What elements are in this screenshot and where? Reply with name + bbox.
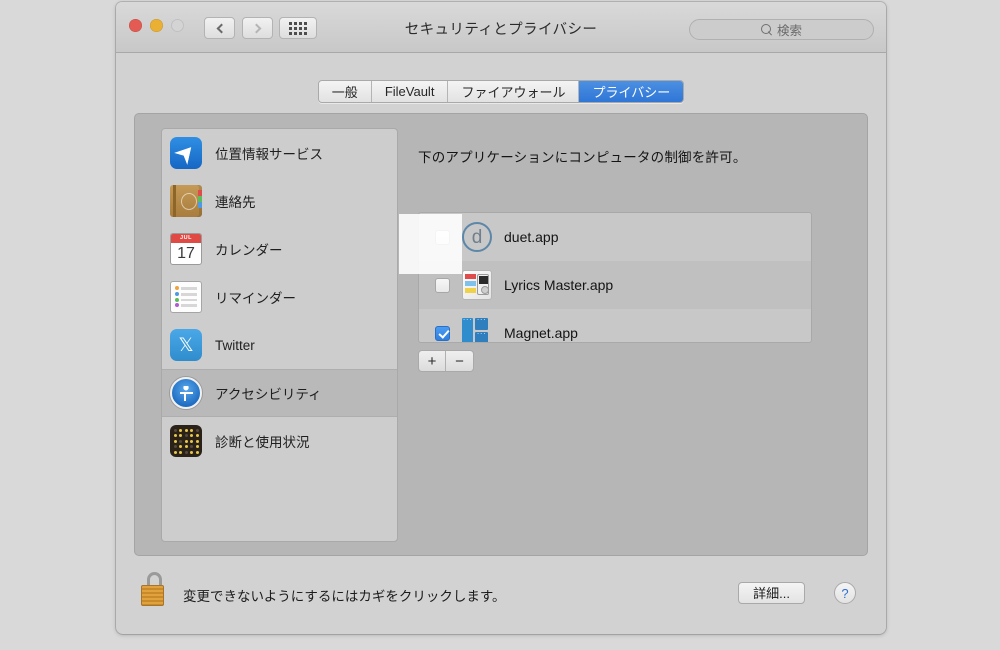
table-row[interactable]: d duet.app (419, 213, 811, 261)
app-checkbox-duet[interactable] (435, 229, 450, 245)
sidebar-item-label: 診断と使用状況 (215, 435, 310, 450)
calendar-icon: JUL 17 (170, 233, 202, 265)
system-preferences-window: セキュリティとプライバシー 検索 一般 FileVault ファイアウォール プ… (116, 2, 886, 634)
sidebar-item-label: アクセシビリティ (215, 387, 322, 402)
sidebar-item-label: 位置情報サービス (215, 147, 323, 162)
sidebar-item-calendar[interactable]: JUL 17 カレンダー (162, 225, 397, 273)
accessibility-icon (170, 377, 202, 409)
magnet-app-icon (462, 315, 492, 342)
app-checkbox-lyrics-master[interactable] (435, 277, 450, 293)
location-services-icon (170, 137, 202, 169)
sidebar-item-label: 連絡先 (215, 195, 256, 210)
sidebar-item-label: Twitter (215, 337, 255, 353)
tab-filevault[interactable]: FileVault (371, 81, 449, 102)
screen: セキュリティとプライバシー 検索 一般 FileVault ファイアウォール プ… (0, 0, 1000, 650)
contacts-icon (170, 185, 202, 217)
reminders-icon (170, 281, 202, 313)
sidebar-item-contacts[interactable]: 連絡先 (162, 177, 397, 225)
table-row[interactable]: Magnet.app (419, 309, 811, 342)
lock-hint-text: 変更できないようにするにはカギをクリックします。 (183, 589, 506, 604)
remove-app-button[interactable]: − (446, 351, 473, 371)
sidebar-item-label: リマインダー (215, 291, 296, 306)
calendar-day: 17 (177, 245, 195, 262)
sidebar-item-reminders[interactable]: リマインダー (162, 273, 397, 321)
search-icon (760, 24, 772, 35)
duet-app-icon: d (462, 222, 492, 252)
sidebar-item-label: カレンダー (215, 243, 283, 258)
lyrics-master-app-icon (462, 270, 492, 300)
tab-privacy[interactable]: プライバシー (579, 81, 684, 102)
pane-description: 下のアプリケーションにコンピュータの制御を許可。 (418, 150, 747, 165)
search-input[interactable]: 検索 (689, 19, 874, 40)
window-titlebar: セキュリティとプライバシー 検索 (116, 2, 886, 53)
allowed-apps-list[interactable]: d duet.app Lyrics Master.app ··· ··· ···… (418, 212, 812, 343)
sidebar-item-location-services[interactable]: 位置情報サービス (162, 129, 397, 177)
table-row[interactable]: Lyrics Master.app (419, 261, 811, 309)
sidebar-item-diagnostics[interactable]: 診断と使用状況 (162, 417, 397, 465)
unlocked-padlock-icon[interactable] (141, 572, 167, 606)
add-remove-buttons: + − (418, 350, 474, 372)
app-name-label: Magnet.app (504, 325, 578, 341)
help-button[interactable]: ? (834, 582, 856, 604)
advanced-button[interactable]: 詳細... (738, 582, 805, 604)
privacy-category-list[interactable]: 位置情報サービス 連絡先 JUL 17 カレンダー リマインダー 𝕏 Twitt… (161, 128, 398, 542)
app-name-label: duet.app (504, 229, 559, 245)
search-placeholder: 検索 (776, 24, 802, 38)
app-name-label: Lyrics Master.app (504, 277, 614, 293)
sidebar-item-accessibility[interactable]: アクセシビリティ (162, 369, 397, 417)
tab-firewall[interactable]: ファイアウォール (448, 81, 580, 102)
calendar-month: JUL (171, 234, 201, 243)
app-checkbox-magnet[interactable] (435, 325, 450, 341)
accessibility-pane: 下のアプリケーションにコンピュータの制御を許可。 d duet.app Lyri… (399, 128, 843, 542)
sidebar-item-twitter[interactable]: 𝕏 Twitter (162, 321, 397, 369)
add-app-button[interactable]: + (419, 351, 446, 371)
window-bottom-bar: 変更できないようにするにはカギをクリックします。 詳細... ? (116, 564, 886, 634)
twitter-icon: 𝕏 (170, 329, 202, 361)
tab-bar: 一般 FileVault ファイアウォール プライバシー (116, 80, 886, 103)
diagnostics-icon (170, 425, 202, 457)
tab-general[interactable]: 一般 (318, 81, 372, 102)
privacy-panel: 位置情報サービス 連絡先 JUL 17 カレンダー リマインダー 𝕏 Twitt… (134, 113, 868, 556)
